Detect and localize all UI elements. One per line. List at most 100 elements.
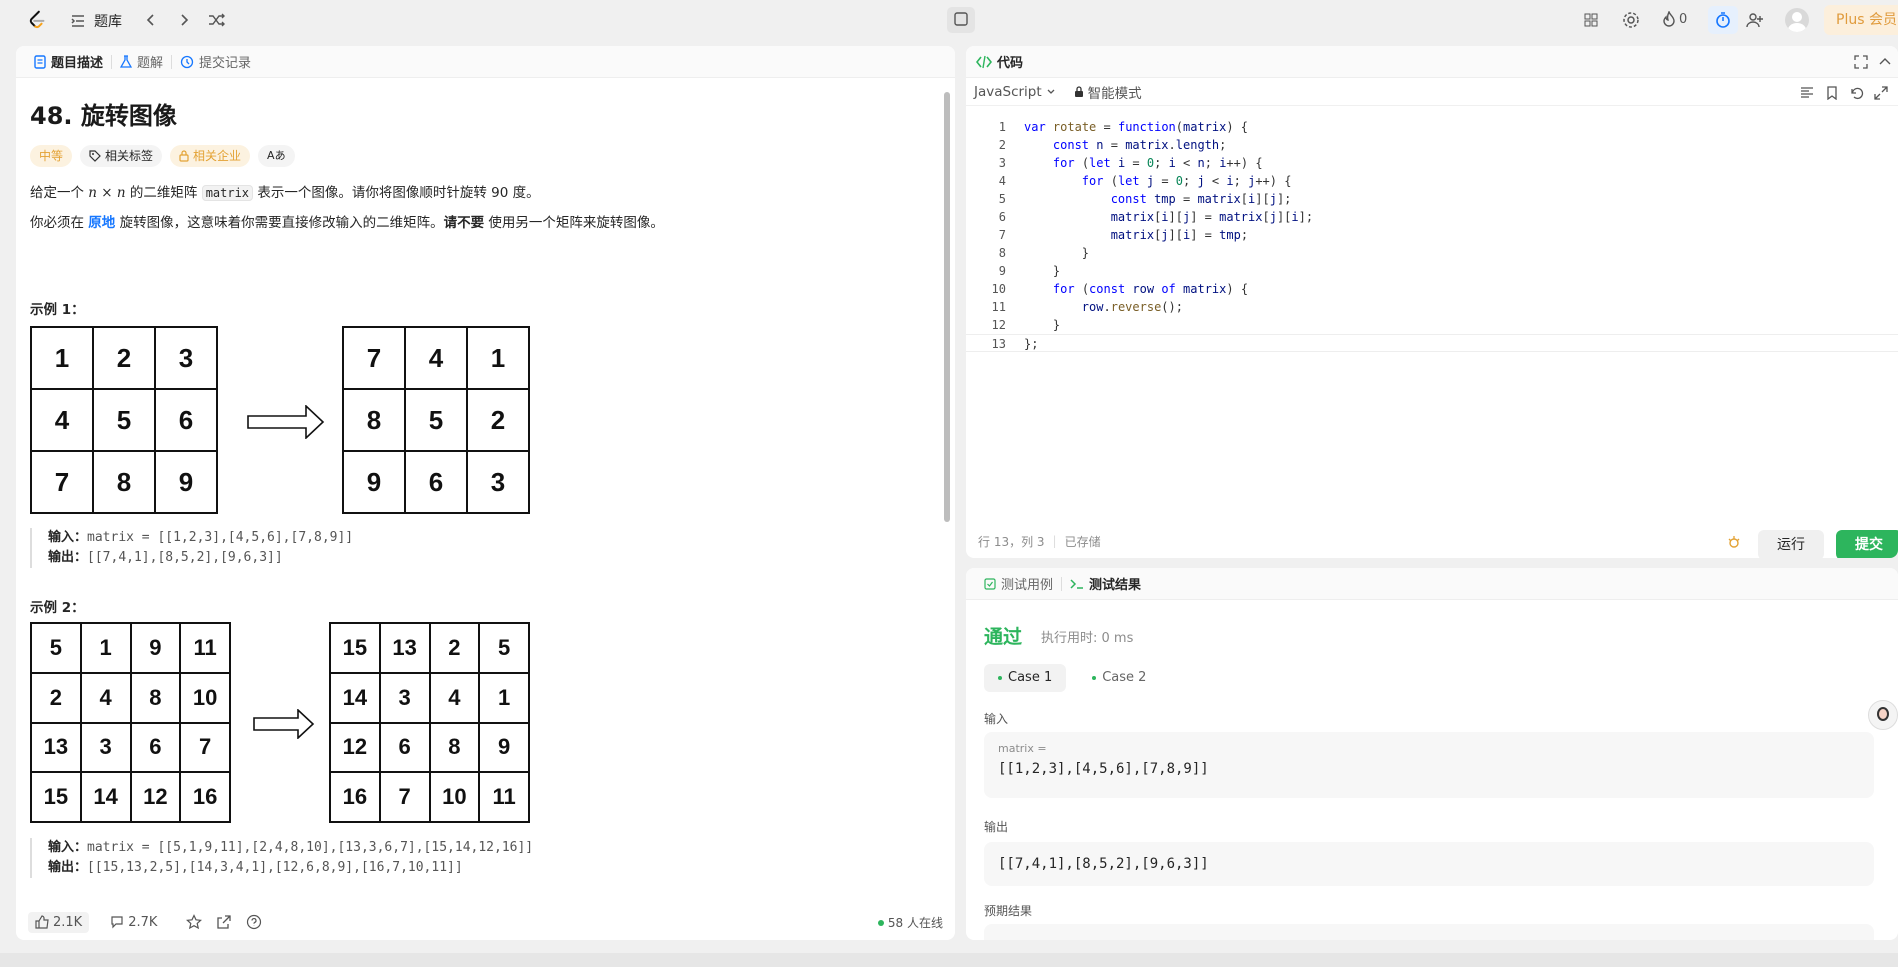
streak-counter[interactable]: 0 (1662, 11, 1687, 27)
tag-icon (89, 150, 101, 162)
like-count: 2.1K (53, 914, 83, 930)
matrix-cell: 3 (155, 327, 217, 389)
saved-status: 已存储 (1064, 534, 1101, 549)
format-icon[interactable] (1800, 86, 1814, 100)
matrix-cell: 12 (130, 772, 181, 822)
matrix-cell: 14 (80, 772, 131, 822)
language-selector[interactable]: JavaScript (974, 84, 1056, 100)
online-count: 58 人在线 (887, 916, 943, 930)
code-editor-panel: 代码 JavaScript 智能模式 1 var rotate = functio… (966, 46, 1898, 558)
line-number: 3 (998, 156, 1006, 170)
desc-text: 使用另一个矩阵来旋转图像。 (484, 215, 664, 231)
code-line: 8 } (966, 244, 1898, 262)
user-avatar[interactable] (1785, 8, 1809, 32)
problem-list-button[interactable]: 题库 (70, 11, 122, 31)
tab-solutions-label: 题解 (137, 56, 164, 71)
code-editor[interactable]: 1 var rotate = function(matrix) { 2 const… (966, 118, 1898, 352)
help-icon[interactable] (246, 914, 262, 930)
example-2-title: 示例 2： (30, 600, 85, 616)
matrix-cell: 9 (130, 623, 181, 673)
matrix-cell: 1 (479, 672, 529, 723)
tab-test-cases[interactable]: 测试用例 (976, 574, 1061, 593)
matrix-cell: 12 (330, 722, 380, 773)
matrix-cell: 14 (330, 672, 380, 723)
expand-icon[interactable] (1874, 86, 1888, 100)
timer-button[interactable] (1708, 6, 1738, 34)
lock-icon (179, 150, 189, 162)
top-bar: 题库 0 Plus 会员 (0, 0, 1898, 40)
tab-description-label: 题目描述 (51, 56, 104, 71)
code-text: matrix[i][j] = matrix[j][i]; (1110, 210, 1314, 224)
case-2-label: Case 2 (1102, 670, 1147, 685)
next-problem-icon[interactable] (176, 12, 192, 28)
scrollbar-thumb[interactable] (944, 92, 950, 522)
line-number: 4 (998, 174, 1006, 188)
arrow-right-icon (247, 405, 325, 439)
line-number: 7 (998, 228, 1006, 242)
tab-solutions[interactable]: 题解 (112, 52, 171, 71)
code-line: 4 for (let j = 0; j < i; j++) { (966, 172, 1898, 190)
code-text: }; (1024, 337, 1039, 351)
matrix-cell: 2 (467, 389, 529, 451)
tab-description[interactable]: 题目描述 (26, 52, 111, 71)
matrix-cell: 5 (405, 389, 467, 451)
output-value: [[15,13,2,5],[14,3,4,1],[12,6,8,9],[16,7… (87, 860, 463, 875)
smart-mode-toggle[interactable]: 智能模式 (1074, 82, 1142, 102)
code-text: for (const row of matrix) { (1052, 282, 1249, 296)
matrix-cell: 4 (80, 672, 131, 723)
plus-membership-button[interactable]: Plus 会员 (1824, 5, 1898, 35)
matrix-cell: 6 (405, 451, 467, 513)
in-place-link[interactable]: 原地 (88, 215, 115, 231)
matrix-cell: 16 (330, 772, 380, 822)
document-icon (34, 54, 46, 69)
case-1-tab[interactable]: Case 1 (984, 664, 1067, 692)
output-value: [[7,4,1],[8,5,2],[9,6,3]] (87, 550, 283, 565)
shuffle-icon[interactable] (208, 12, 226, 28)
description-scrollbar[interactable] (943, 86, 951, 886)
desc-inline-code: matrix (201, 185, 254, 201)
matrix-cell: 9 (343, 451, 405, 513)
line-number: 2 (998, 138, 1006, 152)
like-button[interactable]: 2.1K (28, 911, 90, 933)
settings-gear-icon[interactable] (1622, 11, 1640, 29)
submit-button[interactable]: 提交 (1836, 530, 1898, 558)
case-2-tab[interactable]: Case 2 (1078, 664, 1160, 692)
debug-icon[interactable] (1726, 534, 1742, 550)
share-icon[interactable] (216, 914, 232, 930)
matrix-cell: 7 (379, 772, 430, 822)
layout-grid-icon[interactable] (1583, 12, 1599, 28)
previous-problem-icon[interactable] (143, 12, 159, 28)
description-footer: 2.1K 2.7K 58 人在线 (16, 904, 955, 940)
terminal-icon (1070, 578, 1084, 589)
flask-icon (120, 54, 133, 68)
tab-submissions[interactable]: 提交记录 (172, 52, 259, 71)
output-section-label: 输出 (984, 820, 1009, 834)
matrix-cell: 16 (180, 772, 230, 822)
matrix-cell: 2 (429, 623, 480, 673)
matrix-cell: 7 (343, 327, 405, 389)
bookmark-icon[interactable] (1826, 86, 1838, 100)
layout-toggle-button[interactable] (947, 7, 975, 33)
description-tabs: 题目描述 题解 提交记录 (16, 46, 955, 78)
matrix-cell: 11 (479, 772, 529, 822)
stopwatch-icon (1716, 12, 1730, 28)
reset-icon[interactable] (1850, 86, 1864, 100)
comments-button[interactable]: 2.7K (103, 912, 164, 933)
star-icon[interactable] (186, 914, 203, 930)
font-language-button[interactable]: Aあ (258, 145, 295, 167)
matrix-cell: 7 (31, 451, 93, 513)
tab-test-results[interactable]: 测试结果 (1062, 574, 1149, 593)
run-button[interactable]: 运行 (1758, 530, 1824, 558)
related-companies-button[interactable]: 相关企业 (170, 145, 251, 167)
related-tags-button[interactable]: 相关标签 (80, 145, 163, 167)
add-friend-icon[interactable] (1746, 11, 1764, 29)
output-label: 输出： (48, 860, 88, 875)
leetcode-logo-icon[interactable] (26, 9, 48, 31)
output-label: 输出： (48, 550, 88, 565)
code-line: 3 for (let i = 0; i < n; i++) { (966, 154, 1898, 172)
history-icon (180, 55, 194, 68)
collapse-icon[interactable] (1878, 55, 1892, 69)
assistant-avatar[interactable] (1868, 700, 1898, 730)
input-value-box: matrix = [[1,2,3],[4,5,6],[7,8,9]] (984, 732, 1874, 798)
fullscreen-icon[interactable] (1854, 55, 1868, 69)
